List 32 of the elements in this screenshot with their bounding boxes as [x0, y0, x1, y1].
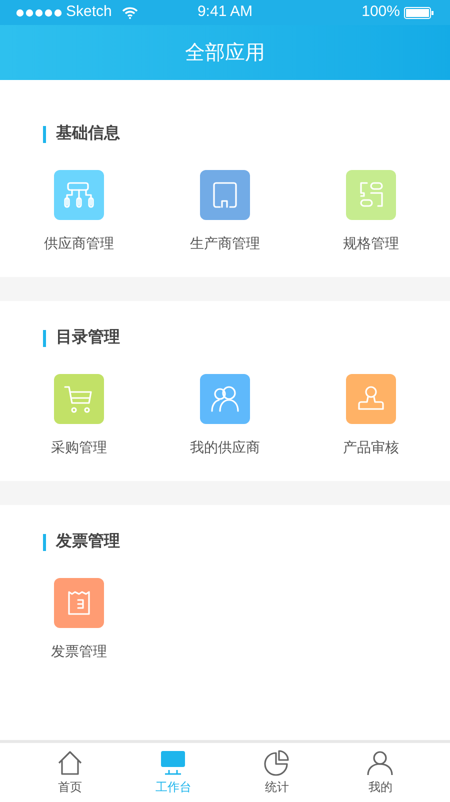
section-title: 发票管理: [56, 532, 120, 552]
section-marker: [43, 126, 46, 142]
battery-percent: 100%: [362, 2, 400, 22]
section-marker: [43, 330, 46, 346]
battery-icon: [404, 6, 434, 18]
status-time: 9:41 AM: [196, 2, 254, 22]
app-tile[interactable]: 供应商管理: [6, 170, 152, 253]
section-title: 目录管理: [56, 328, 120, 348]
people-icon: [210, 385, 240, 413]
section-title: 基础信息: [56, 124, 120, 144]
section-marker: [43, 534, 46, 550]
app-tile[interactable]: 采购管理: [6, 374, 152, 457]
wifi-icon: [122, 6, 138, 18]
carrier-name: Sketch: [66, 2, 112, 22]
app-tile[interactable]: 产品审核: [298, 374, 444, 457]
signal-icon: [16, 8, 62, 16]
app-tile[interactable]: 生产商管理: [152, 170, 298, 253]
tab-item[interactable]: 统计: [225, 743, 328, 802]
user-icon: [367, 750, 394, 776]
tab-item[interactable]: 首页: [18, 743, 122, 802]
tab-item[interactable]: 我的: [328, 743, 432, 802]
app-tile[interactable]: 规格管理: [298, 170, 444, 253]
home-icon: [56, 750, 83, 776]
door-icon: [210, 181, 240, 209]
org-chart-icon: [64, 181, 94, 209]
monitor-icon: [160, 750, 186, 776]
app-tile[interactable]: 我的供应商: [152, 374, 298, 457]
app-tile[interactable]: 发票管理: [6, 578, 152, 661]
cart-icon: [64, 385, 94, 413]
pie-chart-icon: [264, 750, 290, 776]
page-title: 全部应用: [185, 40, 265, 66]
stamp-icon: [356, 385, 386, 413]
